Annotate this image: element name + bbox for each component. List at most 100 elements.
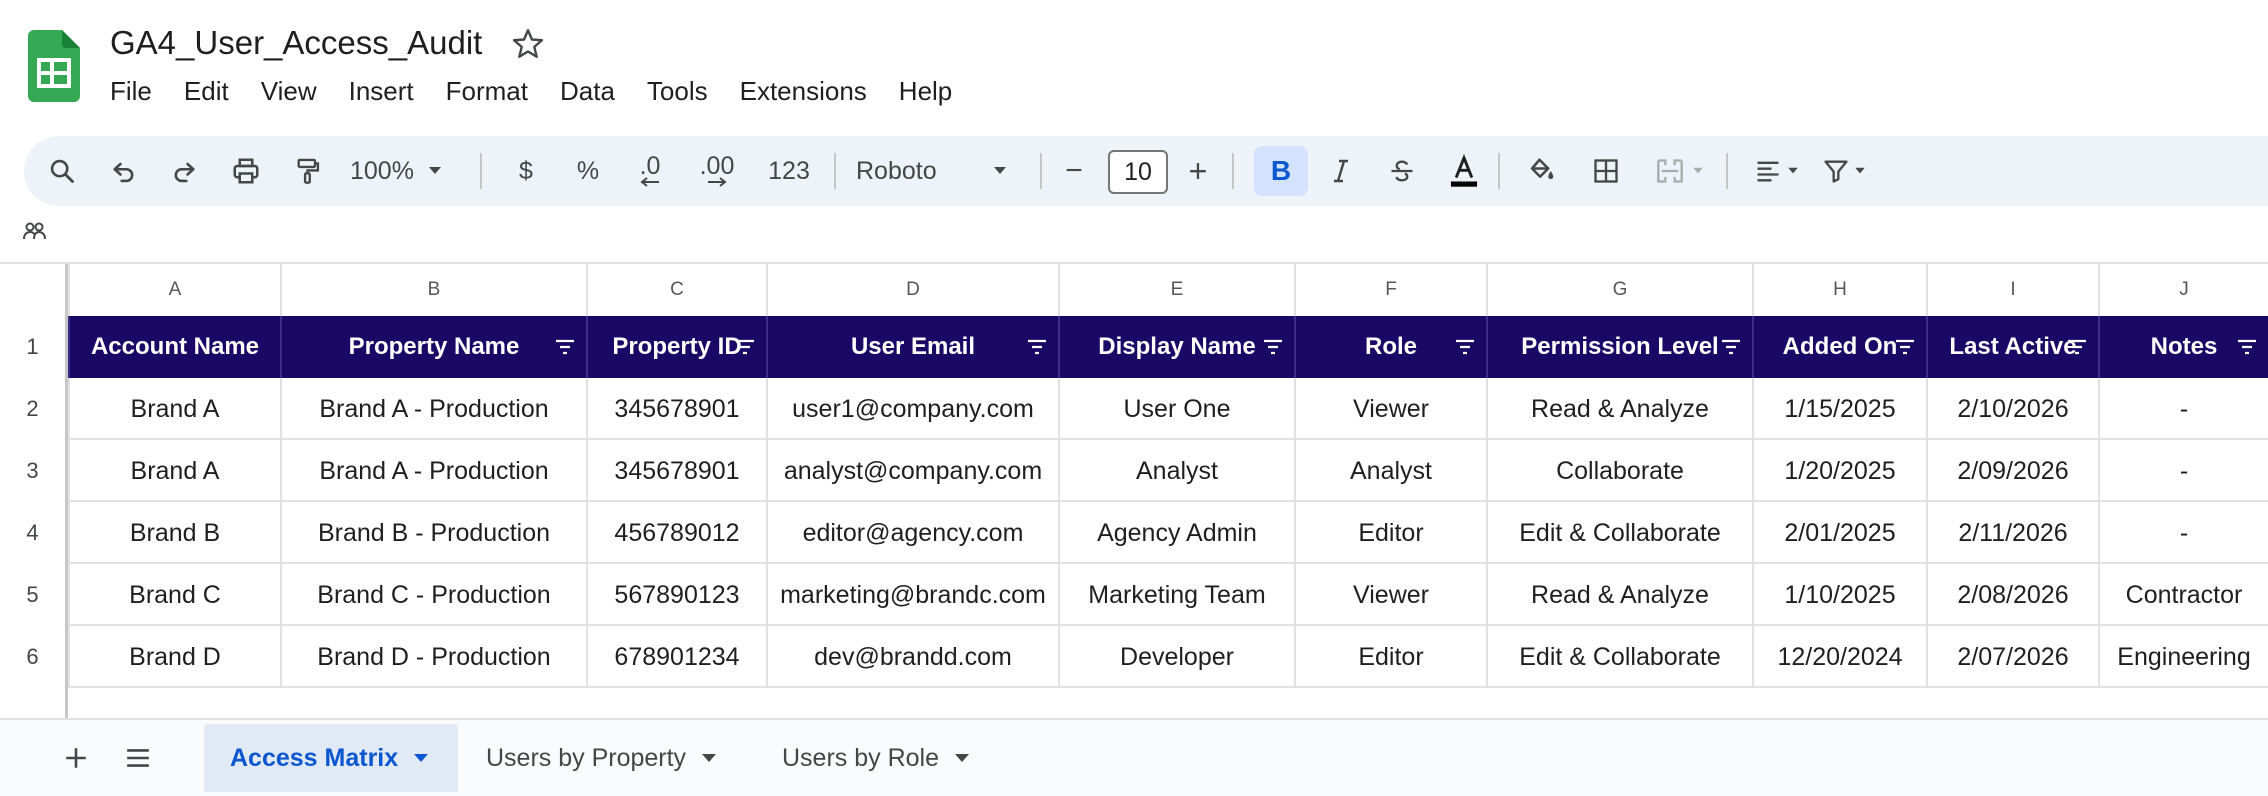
cell-display-name[interactable]: Marketing Team — [1058, 564, 1294, 626]
row-header[interactable]: 3 — [0, 440, 68, 502]
cell-user-email[interactable]: editor@agency.com — [766, 502, 1058, 564]
menu-tools[interactable]: Tools — [647, 76, 708, 112]
filter-icon[interactable] — [2066, 338, 2088, 356]
decrease-decimal-button[interactable]: .0 — [628, 136, 672, 206]
filter-icon[interactable] — [2236, 338, 2258, 356]
increase-font-size-button[interactable]: + — [1178, 136, 1218, 206]
cell-notes[interactable]: - — [2098, 440, 2268, 502]
cell-property-name[interactable]: Brand C - Production — [280, 564, 586, 626]
more-formats-button[interactable]: 123 — [762, 136, 816, 206]
header-cell-property-id[interactable]: Property ID — [586, 316, 766, 378]
cell-account-name[interactable]: Brand B — [68, 502, 280, 564]
column-header-j[interactable]: J — [2098, 264, 2268, 316]
row-header[interactable]: 5 — [0, 564, 68, 626]
print-button[interactable] — [226, 136, 266, 206]
cell-property-id[interactable]: 567890123 — [586, 564, 766, 626]
cell-added-on[interactable]: 1/20/2025 — [1752, 440, 1926, 502]
column-header-c[interactable]: C — [586, 264, 766, 316]
column-header-i[interactable]: I — [1926, 264, 2098, 316]
star-icon[interactable] — [510, 26, 546, 62]
row-header[interactable]: 4 — [0, 502, 68, 564]
header-cell-role[interactable]: Role — [1294, 316, 1486, 378]
cell-property-name[interactable]: Brand D - Production — [280, 626, 586, 688]
menu-data[interactable]: Data — [560, 76, 615, 112]
filter-icon[interactable] — [554, 338, 576, 356]
cell-notes[interactable]: - — [2098, 378, 2268, 440]
font-size-input[interactable]: 10 — [1108, 150, 1168, 194]
cell-user-email[interactable]: user1@company.com — [766, 378, 1058, 440]
cell-user-email[interactable]: dev@brandd.com — [766, 626, 1058, 688]
cell-role[interactable]: Viewer — [1294, 564, 1486, 626]
sheet-tab-users-by-role[interactable]: Users by Role — [756, 724, 1006, 792]
menu-view[interactable]: View — [261, 76, 317, 112]
increase-decimal-button[interactable]: .00 — [692, 136, 742, 206]
horizontal-align-button[interactable] — [1746, 136, 1806, 206]
strikethrough-button[interactable] — [1380, 136, 1424, 206]
cell-role[interactable]: Editor — [1294, 626, 1486, 688]
column-header-d[interactable]: D — [766, 264, 1058, 316]
row-header[interactable]: 6 — [0, 626, 68, 688]
italic-button[interactable] — [1320, 136, 1362, 206]
cell-role[interactable]: Editor — [1294, 502, 1486, 564]
format-currency-button[interactable]: $ — [508, 136, 544, 206]
people-icon[interactable] — [22, 220, 48, 242]
cell-property-id[interactable]: 456789012 — [586, 502, 766, 564]
header-cell-display-name[interactable]: Display Name — [1058, 316, 1294, 378]
cell-last-active[interactable]: 2/07/2026 — [1926, 626, 2098, 688]
cell-account-name[interactable]: Brand C — [68, 564, 280, 626]
select-all-corner[interactable] — [0, 264, 68, 316]
decrease-font-size-button[interactable]: − — [1054, 136, 1094, 206]
filter-icon[interactable] — [734, 338, 756, 356]
cell-user-email[interactable]: analyst@company.com — [766, 440, 1058, 502]
cell-property-name[interactable]: Brand A - Production — [280, 440, 586, 502]
header-cell-last-active[interactable]: Last Active — [1926, 316, 2098, 378]
sheet-tab-access-matrix[interactable]: Access Matrix — [204, 724, 458, 792]
cell-property-id[interactable]: 678901234 — [586, 626, 766, 688]
column-header-f[interactable]: F — [1294, 264, 1486, 316]
cell-notes[interactable]: - — [2098, 502, 2268, 564]
redo-button[interactable] — [164, 136, 204, 206]
cell-added-on[interactable]: 1/10/2025 — [1752, 564, 1926, 626]
row-header[interactable]: 2 — [0, 378, 68, 440]
header-cell-notes[interactable]: Notes — [2098, 316, 2268, 378]
filter-icon[interactable] — [1894, 338, 1916, 356]
cell-added-on[interactable]: 2/01/2025 — [1752, 502, 1926, 564]
document-title[interactable]: GA4_User_Access_Audit — [110, 24, 482, 62]
filter-button[interactable] — [1816, 136, 1872, 206]
filter-icon[interactable] — [1026, 338, 1048, 356]
cell-permission-level[interactable]: Collaborate — [1486, 440, 1752, 502]
header-cell-user-email[interactable]: User Email — [766, 316, 1058, 378]
cell-notes[interactable]: Contractor — [2098, 564, 2268, 626]
cell-property-id[interactable]: 345678901 — [586, 378, 766, 440]
menu-edit[interactable]: Edit — [184, 76, 229, 112]
cell-last-active[interactable]: 2/09/2026 — [1926, 440, 2098, 502]
column-header-a[interactable]: A — [68, 264, 280, 316]
cell-last-active[interactable]: 2/10/2026 — [1926, 378, 2098, 440]
cell-account-name[interactable]: Brand A — [68, 440, 280, 502]
merge-cells-button[interactable] — [1644, 136, 1714, 206]
menu-insert[interactable]: Insert — [349, 76, 414, 112]
cell-role[interactable]: Analyst — [1294, 440, 1486, 502]
cell-display-name[interactable]: Developer — [1058, 626, 1294, 688]
header-cell-added-on[interactable]: Added On — [1752, 316, 1926, 378]
cell-notes[interactable]: Engineering — [2098, 626, 2268, 688]
borders-button[interactable] — [1584, 136, 1628, 206]
cell-display-name[interactable]: Analyst — [1058, 440, 1294, 502]
column-header-h[interactable]: H — [1752, 264, 1926, 316]
cell-property-name[interactable]: Brand A - Production — [280, 378, 586, 440]
menu-help[interactable]: Help — [899, 76, 952, 112]
text-color-button[interactable] — [1442, 136, 1486, 206]
format-percent-button[interactable]: % — [568, 136, 608, 206]
menu-file[interactable]: File — [110, 76, 152, 112]
filter-icon[interactable] — [1720, 338, 1742, 356]
column-header-g[interactable]: G — [1486, 264, 1752, 316]
cell-added-on[interactable]: 1/15/2025 — [1752, 378, 1926, 440]
menu-format[interactable]: Format — [446, 76, 528, 112]
header-cell-permission-level[interactable]: Permission Level — [1486, 316, 1752, 378]
cell-last-active[interactable]: 2/08/2026 — [1926, 564, 2098, 626]
column-header-b[interactable]: B — [280, 264, 586, 316]
cell-last-active[interactable]: 2/11/2026 — [1926, 502, 2098, 564]
cell-account-name[interactable]: Brand D — [68, 626, 280, 688]
filter-icon[interactable] — [1262, 338, 1284, 356]
sheet-tab-users-by-property[interactable]: Users by Property — [460, 724, 750, 792]
